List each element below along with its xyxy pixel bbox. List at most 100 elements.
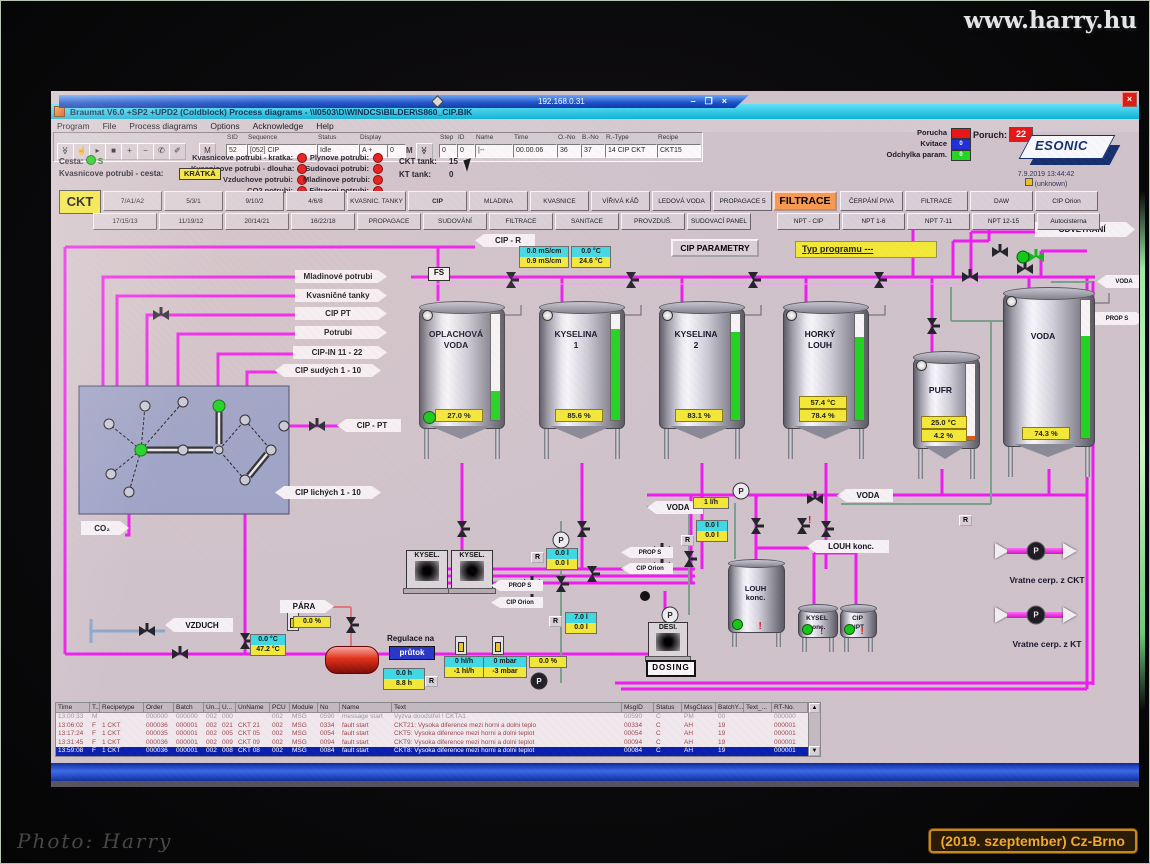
valve-10[interactable] (927, 318, 940, 334)
valve-20[interactable] (172, 646, 188, 659)
tank-1[interactable]: KYSELINA 185.6 % (539, 301, 625, 429)
typ-programu-field[interactable]: Typ programu --- (795, 241, 937, 258)
table-row[interactable]: 13:59:08F1 CKT000036000001002008CKT 0800… (56, 747, 808, 756)
column-header[interactable]: Un... (204, 703, 220, 713)
time-field[interactable]: 00.00.06 (513, 144, 557, 158)
table-row[interactable]: 13:31:45F1 CKT000036000001002009CKT 0900… (56, 739, 808, 748)
pin-icon[interactable] (431, 95, 444, 108)
scroll-down-icon[interactable]: ▼ (809, 746, 820, 756)
tab-row2-4[interactable]: PROPAGACE (357, 213, 421, 230)
menu-item[interactable]: Options (210, 121, 239, 131)
recipe-field[interactable]: CKT15 (657, 144, 701, 158)
valve-3[interactable] (874, 272, 887, 288)
scroll-up-icon[interactable]: ▲ (809, 703, 820, 713)
pump-icon[interactable]: P (1027, 606, 1046, 625)
menu-item[interactable]: File (103, 121, 117, 131)
column-header[interactable]: No (318, 703, 340, 713)
tab-row1-2[interactable]: 9/10/2 (225, 191, 284, 211)
pump-icon[interactable]: P (1027, 542, 1046, 561)
table-row[interactable]: 13:00:33M000000000000002000002MSG0590mes… (56, 713, 808, 722)
column-header[interactable]: PCU (270, 703, 290, 713)
reset-button[interactable]: R (425, 676, 438, 687)
tank-value[interactable]: 25.0 °C (921, 416, 967, 429)
stop-button[interactable]: ■ (105, 143, 122, 160)
menu-item[interactable]: Help (316, 121, 333, 131)
tab-right2-3[interactable]: NPT 12-15 (972, 213, 1035, 230)
tab-row2-8[interactable]: PROVZDUŠ. (621, 213, 685, 230)
nav-arrow-props_m[interactable]: PROP S (491, 580, 543, 591)
rdp-connection-bar[interactable]: 192.168.0.31 – ❐ × (59, 95, 749, 108)
nav-arrow-potrubi[interactable]: Potrubi (295, 326, 387, 339)
nav-arrow-voda_r[interactable]: VODA (837, 489, 893, 502)
nav-arrow-co2[interactable]: CO₂ (81, 521, 129, 535)
tab-row1-1[interactable]: 5/3/1 (164, 191, 223, 211)
rdp-close-icon[interactable]: × (722, 96, 727, 107)
pump-5[interactable] (1017, 251, 1029, 263)
tank-value[interactable]: 74.3 % (1022, 427, 1070, 440)
tab-row1-10[interactable]: PROPAGACE 5 (713, 191, 772, 211)
tab-right2-2[interactable]: NPT 7-11 (907, 213, 970, 230)
nav-arrow-cippt[interactable]: CIP PT (295, 307, 387, 320)
return-pump-1[interactable]: P (995, 605, 1077, 625)
tab-row2-2[interactable]: 20/14/21 (225, 213, 289, 230)
menu-item[interactable]: Process diagrams (129, 121, 197, 131)
small-tank-2[interactable]: CIP NPT! (840, 604, 877, 638)
valve-0[interactable] (506, 272, 519, 288)
pump-3[interactable]: P (531, 673, 547, 689)
minimize-icon[interactable]: – (691, 96, 696, 107)
dosing-unit-1[interactable]: KYSEL. (451, 550, 493, 590)
tab-right1-3[interactable]: CIP Orion (1035, 191, 1098, 211)
ono-field[interactable]: 36 (557, 144, 581, 158)
small-tank-1[interactable]: KYSEL konc.! (798, 604, 838, 638)
bno-field[interactable]: 37 (581, 144, 605, 158)
tab-right1-0[interactable]: ČERPÁNÍ PIVA (840, 191, 903, 211)
tab-right1-2[interactable]: DAW (970, 191, 1033, 211)
column-header[interactable]: Name (340, 703, 392, 713)
valve-1[interactable] (626, 272, 639, 288)
column-header[interactable]: U... (220, 703, 236, 713)
column-header[interactable]: Text_... (744, 703, 772, 713)
return-pump-0[interactable]: P (995, 541, 1077, 561)
edit-button[interactable]: ✐ (169, 143, 186, 160)
nav-arrow-kvas[interactable]: Kvasničné tanky (295, 289, 387, 302)
column-header[interactable]: Batch (174, 703, 204, 713)
dosing-unit-2[interactable]: DESI. (648, 622, 688, 658)
tab-row2-6[interactable]: FILTRACE (489, 213, 553, 230)
name-field[interactable]: |-- (475, 144, 513, 158)
tank-5[interactable]: VODA74.3 % (1003, 287, 1095, 447)
valve-14[interactable] (684, 551, 697, 567)
tab-right2-0[interactable]: NPT - CIP (777, 213, 840, 230)
tank-value[interactable]: 27.0 % (435, 409, 483, 422)
tab-row1-6[interactable]: MLADINA (469, 191, 528, 211)
valve-28[interactable] (962, 269, 978, 282)
tab-right2-1[interactable]: NPT 1-6 (842, 213, 905, 230)
heat-exchanger[interactable] (325, 646, 379, 674)
tank-value[interactable]: 85.6 % (555, 409, 603, 422)
tank-4[interactable]: PUFR25.0 °C4.2 % (913, 351, 980, 449)
column-header[interactable]: Recipetype (100, 703, 144, 713)
valve-23[interactable] (346, 617, 359, 633)
pump-1[interactable]: P (553, 532, 569, 548)
valve-4[interactable] (153, 307, 169, 320)
valve-11[interactable] (807, 491, 823, 504)
nav-arrow-louhk[interactable]: LOUH konc. (807, 540, 889, 553)
nav-arrow-orion_r[interactable]: CIP Orion (621, 563, 673, 574)
tank-value[interactable]: 78.4 % (799, 409, 847, 422)
nav-arrow-lichych[interactable]: CIP lichých 1 - 10 (275, 486, 381, 499)
pump-0[interactable]: P (733, 483, 749, 499)
tank-2[interactable]: KYSELINA 283.1 % (659, 301, 745, 429)
table-row[interactable]: 13:06:02F1 CKT000036000001002021CKT 2100… (56, 722, 808, 731)
tab-row2-7[interactable]: SANITACE (555, 213, 619, 230)
column-header[interactable]: MsgID (622, 703, 654, 713)
step-field[interactable]: 0 (439, 144, 457, 158)
nav-arrow-props_tr[interactable]: PROP S (1095, 312, 1139, 325)
tab-row1-5[interactable]: CIP (408, 191, 467, 211)
tank-value[interactable]: 83.1 % (675, 409, 723, 422)
table-scrollbar[interactable]: ▲▼ (808, 703, 820, 756)
nav-arrow-cippt2[interactable]: CIP - PT (337, 419, 401, 432)
column-header[interactable]: Time (56, 703, 90, 713)
column-header[interactable]: Text (392, 703, 622, 713)
valve-5[interactable] (309, 418, 325, 431)
menu-item[interactable]: Program (57, 121, 90, 131)
close-icon[interactable]: × (1122, 92, 1137, 107)
